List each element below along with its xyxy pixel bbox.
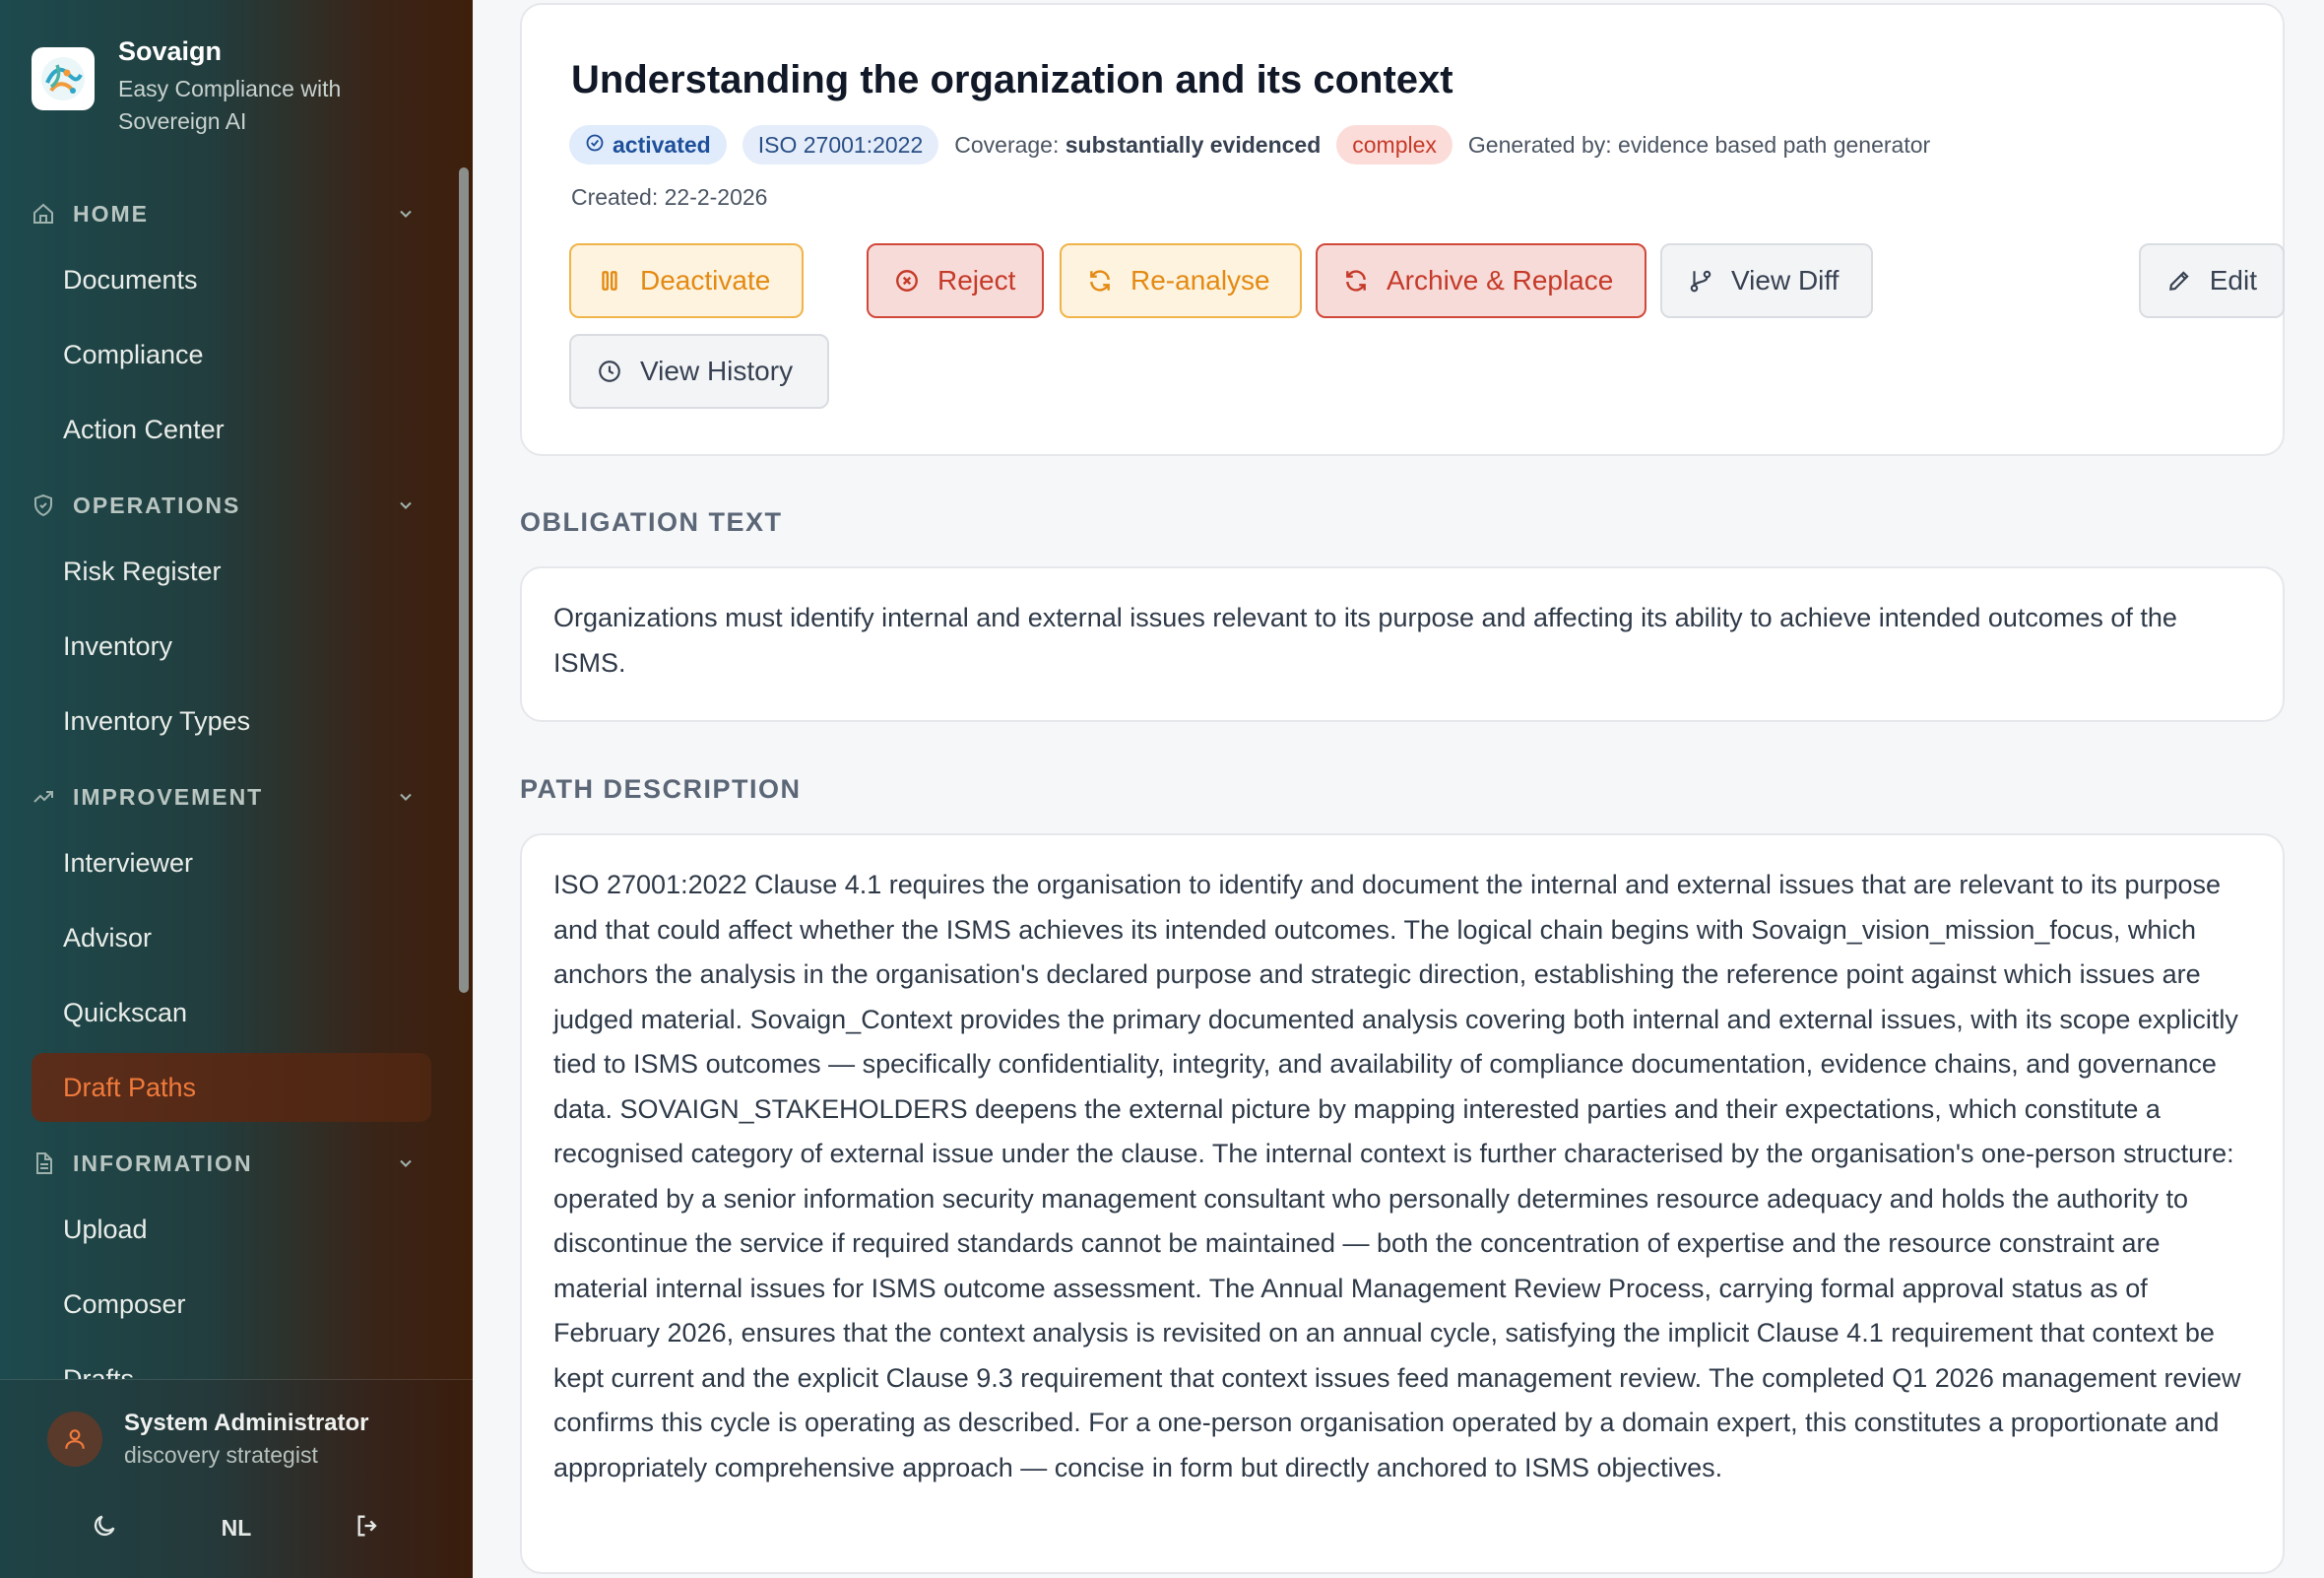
sidebar-item-interviewer[interactable]: Interviewer xyxy=(32,828,431,897)
user-name: System Administrator xyxy=(124,1410,369,1436)
created-date: Created: 22-2-2026 xyxy=(571,184,768,210)
user-panel: System Administrator discovery strategis… xyxy=(0,1379,473,1578)
brand-logo xyxy=(32,47,95,110)
edit-label: Edit xyxy=(2209,265,2257,296)
reanalyse-label: Re-analyse xyxy=(1130,265,1270,296)
view-history-label: View History xyxy=(640,356,794,386)
pause-icon xyxy=(597,267,624,295)
sidebar-nav: HOME Documents Compliance Action Center … xyxy=(0,182,463,1414)
sidebar-item-quickscan[interactable]: Quickscan xyxy=(32,978,431,1047)
sidebar-item-inventory-types[interactable]: Inventory Types xyxy=(32,687,431,756)
sidebar-item-action-center[interactable]: Action Center xyxy=(32,395,431,464)
user-profile[interactable]: System Administrator discovery strategis… xyxy=(47,1408,369,1471)
clock-icon xyxy=(597,358,624,385)
path-meta: activated ISO 27001:2022 Coverage: subst… xyxy=(569,125,1930,164)
refresh-icon xyxy=(1087,267,1115,295)
main-content: Understanding the organization and its c… xyxy=(473,0,2324,1578)
view-history-button[interactable]: View History xyxy=(569,334,829,409)
deactivate-label: Deactivate xyxy=(640,265,771,296)
reject-button[interactable]: Reject xyxy=(867,243,1044,318)
git-branch-icon xyxy=(1688,267,1715,295)
status-text: activated xyxy=(613,131,711,158)
shield-icon xyxy=(32,493,57,518)
x-circle-icon xyxy=(894,267,922,295)
coverage-value: substantially evidenced xyxy=(1065,131,1322,158)
moon-icon[interactable] xyxy=(91,1512,118,1545)
path-description-card: ISO 27001:2022 Clause 4.1 requires the o… xyxy=(520,833,2285,1574)
sidebar-item-inventory[interactable]: Inventory xyxy=(32,612,431,681)
app-tagline: Easy Compliance with Sovereign AI xyxy=(118,76,342,134)
chevron-down-icon xyxy=(396,1152,418,1174)
reject-label: Reject xyxy=(937,265,1016,296)
coverage-label: Coverage: xyxy=(954,131,1060,158)
section-label: OPERATIONS xyxy=(73,492,241,518)
path-description-heading: PATH DESCRIPTION xyxy=(520,774,802,804)
sidebar: Sovaign Easy Compliance with Sovereign A… xyxy=(0,0,473,1578)
section-improvement[interactable]: IMPROVEMENT xyxy=(0,765,463,828)
check-circle-icon xyxy=(585,132,605,159)
view-diff-button[interactable]: View Diff xyxy=(1660,243,1873,318)
path-header-card: Understanding the organization and its c… xyxy=(520,3,2285,456)
obligation-text: Organizations must identify internal and… xyxy=(553,603,2177,678)
standard-badge: ISO 27001:2022 xyxy=(742,125,939,164)
obligation-card: Organizations must identify internal and… xyxy=(520,566,2285,722)
chevron-down-icon xyxy=(396,494,418,516)
pencil-icon xyxy=(2166,267,2194,295)
sidebar-item-draft-paths[interactable]: Draft Paths xyxy=(32,1053,431,1122)
complexity-badge: complex xyxy=(1336,125,1452,164)
status-badge: activated xyxy=(569,125,727,164)
view-diff-label: View Diff xyxy=(1731,265,1840,296)
obligation-heading: OBLIGATION TEXT xyxy=(520,507,783,537)
path-description-text: ISO 27001:2022 Clause 4.1 requires the o… xyxy=(553,870,2241,1482)
edit-button[interactable]: Edit xyxy=(2139,243,2285,318)
section-label: IMPROVEMENT xyxy=(73,783,264,810)
sidebar-scrollbar[interactable] xyxy=(459,167,469,993)
section-label: INFORMATION xyxy=(73,1150,253,1176)
chevron-down-icon xyxy=(396,203,418,225)
reanalyse-button[interactable]: Re-analyse xyxy=(1060,243,1302,318)
logout-icon[interactable] xyxy=(355,1512,382,1545)
brand[interactable]: Sovaign Easy Compliance with Sovereign A… xyxy=(32,30,394,138)
app-name: Sovaign xyxy=(118,36,223,66)
sidebar-item-advisor[interactable]: Advisor xyxy=(32,903,431,972)
refresh-icon xyxy=(1343,267,1371,295)
sidebar-item-documents[interactable]: Documents xyxy=(32,245,431,314)
coverage: Coverage: substantially evidenced xyxy=(954,132,1321,159)
sidebar-item-upload[interactable]: Upload xyxy=(32,1195,431,1264)
home-icon xyxy=(32,201,57,227)
section-information[interactable]: INFORMATION xyxy=(0,1132,463,1195)
generated-by: Generated by: evidence based path genera… xyxy=(1467,131,1931,158)
trending-up-icon xyxy=(32,784,57,810)
chevron-down-icon xyxy=(396,786,418,808)
archive-replace-button[interactable]: Archive & Replace xyxy=(1316,243,1646,318)
section-label: HOME xyxy=(73,200,149,227)
deactivate-button[interactable]: Deactivate xyxy=(569,243,804,318)
user-role: discovery strategist xyxy=(124,1442,318,1468)
page-title: Understanding the organization and its c… xyxy=(571,58,1453,101)
language-toggle[interactable]: NL xyxy=(222,1515,252,1542)
avatar xyxy=(47,1412,102,1467)
sidebar-item-compliance[interactable]: Compliance xyxy=(32,320,431,389)
archive-replace-label: Archive & Replace xyxy=(1387,265,1614,296)
sidebar-item-risk-register[interactable]: Risk Register xyxy=(32,537,431,606)
user-toolbar: NL xyxy=(0,1498,473,1557)
file-text-icon xyxy=(32,1151,57,1176)
section-home[interactable]: HOME xyxy=(0,182,463,245)
sidebar-item-composer[interactable]: Composer xyxy=(32,1270,431,1339)
section-operations[interactable]: OPERATIONS xyxy=(0,474,463,537)
